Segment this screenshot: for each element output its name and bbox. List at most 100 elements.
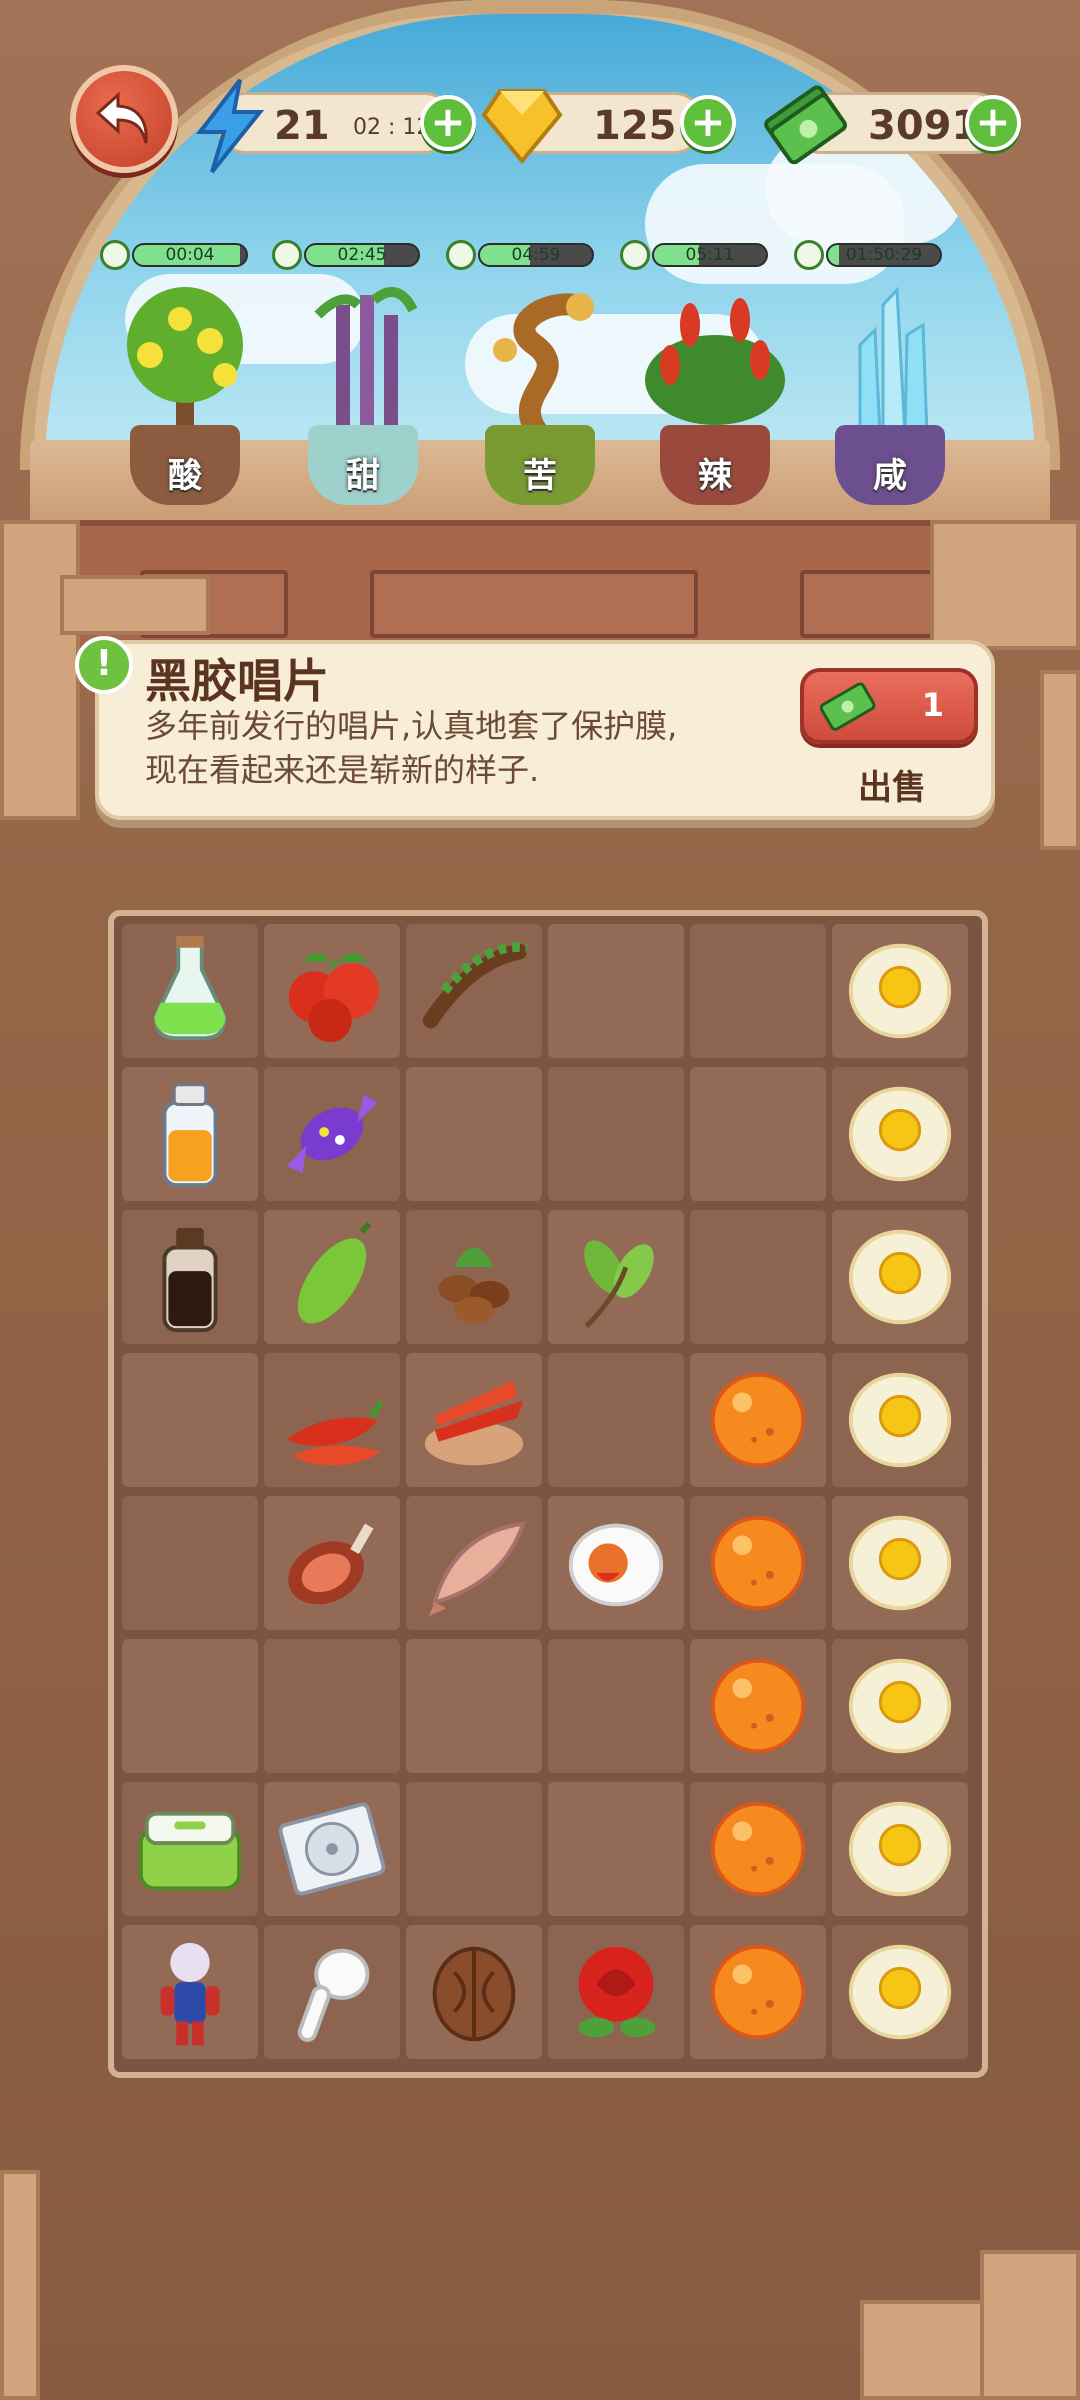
red-berries-icon[interactable] bbox=[272, 932, 392, 1050]
item-title: 黑胶唱片 bbox=[145, 654, 329, 708]
fried-egg-icon[interactable] bbox=[840, 1933, 960, 2051]
lunch-box-icon[interactable] bbox=[130, 1790, 250, 1908]
grid-cell[interactable] bbox=[406, 1925, 542, 2059]
grid-cell[interactable] bbox=[548, 1353, 684, 1487]
grid-cell[interactable] bbox=[122, 1353, 258, 1487]
grid-cell[interactable] bbox=[264, 1639, 400, 1773]
orange-orb-icon[interactable] bbox=[698, 1933, 818, 2051]
grid-cell[interactable] bbox=[264, 1210, 400, 1344]
grid-cell[interactable] bbox=[122, 1782, 258, 1916]
grid-cell[interactable] bbox=[690, 1210, 826, 1344]
grid-cell[interactable] bbox=[690, 1353, 826, 1487]
sell-label: 出售 bbox=[858, 768, 926, 808]
grid-cell[interactable] bbox=[832, 1925, 968, 2059]
grid-cell[interactable] bbox=[548, 1639, 684, 1773]
grid-cell[interactable] bbox=[548, 1496, 684, 1630]
grid-cell[interactable] bbox=[690, 1639, 826, 1773]
grid-cell[interactable] bbox=[264, 1925, 400, 2059]
orange-orb-icon[interactable] bbox=[698, 1504, 818, 1622]
orange-juice-bottle-icon[interactable] bbox=[130, 1075, 250, 1193]
timer-text: 04:59 bbox=[511, 245, 561, 265]
grid-cell[interactable] bbox=[264, 1782, 400, 1916]
fried-egg-icon[interactable] bbox=[840, 1218, 960, 1336]
grid-cell[interactable] bbox=[690, 1925, 826, 2059]
green-potion-icon[interactable] bbox=[130, 932, 250, 1050]
grid-cell[interactable] bbox=[832, 1782, 968, 1916]
grid-cell[interactable] bbox=[832, 1496, 968, 1630]
grid-cell[interactable] bbox=[406, 1782, 542, 1916]
plant-sweet-sugarcane[interactable]: 甜 bbox=[278, 285, 448, 505]
fried-egg-icon[interactable] bbox=[840, 1504, 960, 1622]
grid-cell[interactable] bbox=[690, 924, 826, 1058]
grid-cell[interactable] bbox=[548, 1067, 684, 1201]
grid-cell[interactable] bbox=[406, 1496, 542, 1630]
grid-cell[interactable] bbox=[122, 1925, 258, 2059]
fried-egg-icon[interactable] bbox=[840, 932, 960, 1050]
grid-cell[interactable] bbox=[690, 1496, 826, 1630]
plant-salty-crystal[interactable]: 咸 bbox=[805, 285, 975, 505]
vinyl-record-icon[interactable] bbox=[272, 1790, 392, 1908]
orange-orb-icon[interactable] bbox=[698, 1790, 818, 1908]
grid-cell[interactable] bbox=[548, 1782, 684, 1916]
tamarind-icon[interactable] bbox=[414, 932, 534, 1050]
bitter-melon-icon[interactable] bbox=[272, 1218, 392, 1336]
chili-bowl-icon[interactable] bbox=[414, 1361, 534, 1479]
sell-button[interactable]: 1 bbox=[800, 668, 978, 744]
ham-leg-icon[interactable] bbox=[272, 1504, 392, 1622]
grid-cell[interactable] bbox=[832, 924, 968, 1058]
purple-candy-icon[interactable] bbox=[272, 1075, 392, 1193]
grid-cell[interactable] bbox=[264, 1067, 400, 1201]
fried-egg-icon[interactable] bbox=[840, 1790, 960, 1908]
grid-cell[interactable] bbox=[122, 1639, 258, 1773]
soy-sauce-bottle-icon[interactable] bbox=[130, 1218, 250, 1336]
grid-cell[interactable] bbox=[832, 1639, 968, 1773]
grid-cell[interactable] bbox=[122, 1496, 258, 1630]
grid-cell[interactable] bbox=[690, 1067, 826, 1201]
toy-figure-icon[interactable] bbox=[130, 1933, 250, 2051]
grid-cell[interactable] bbox=[264, 1496, 400, 1630]
plant-label: 苦 bbox=[523, 456, 557, 496]
fried-egg-icon[interactable] bbox=[840, 1361, 960, 1479]
grid-cell[interactable] bbox=[406, 1067, 542, 1201]
earbud-icon[interactable] bbox=[272, 1933, 392, 2051]
grid-cell[interactable] bbox=[264, 1353, 400, 1487]
cash-plus-button[interactable]: + bbox=[965, 95, 1021, 151]
tea-leaves-icon[interactable] bbox=[556, 1218, 676, 1336]
orange-orb-icon[interactable] bbox=[698, 1361, 818, 1479]
salted-egg-icon[interactable] bbox=[556, 1504, 676, 1622]
grid-cell[interactable] bbox=[406, 1353, 542, 1487]
grid-cell[interactable] bbox=[264, 924, 400, 1058]
grid-cell[interactable] bbox=[122, 924, 258, 1058]
grid-cell[interactable] bbox=[690, 1782, 826, 1916]
red-rose-icon[interactable] bbox=[556, 1933, 676, 2051]
walnut-icon[interactable] bbox=[414, 1933, 534, 2051]
grid-cell[interactable] bbox=[406, 1639, 542, 1773]
coffee-beans-icon[interactable] bbox=[414, 1218, 534, 1336]
grid-cell[interactable] bbox=[548, 924, 684, 1058]
dried-fish-icon[interactable] bbox=[414, 1504, 534, 1622]
gem-plus-button[interactable]: + bbox=[680, 95, 736, 151]
grid-cell[interactable] bbox=[548, 1210, 684, 1344]
back-button[interactable] bbox=[70, 65, 178, 173]
grid-cell[interactable] bbox=[406, 1210, 542, 1344]
energy-plus-button[interactable]: + bbox=[420, 95, 476, 151]
sell-price: 1 bbox=[921, 686, 944, 724]
plant-bitter-gourd[interactable]: 苦 bbox=[455, 285, 625, 505]
plant-spicy-pepper[interactable]: 辣 bbox=[630, 285, 800, 505]
item-description: 多年前发行的唱片,认真地套了保护膜, 现在看起来还是崭新的样子. bbox=[145, 704, 765, 792]
orange-orb-icon[interactable] bbox=[698, 1647, 818, 1765]
grid-cell[interactable] bbox=[406, 924, 542, 1058]
fried-egg-icon[interactable] bbox=[840, 1075, 960, 1193]
grid-cell[interactable] bbox=[832, 1210, 968, 1344]
grid-cell[interactable] bbox=[122, 1067, 258, 1201]
gem-icon bbox=[481, 89, 563, 165]
clock-icon bbox=[794, 240, 824, 270]
red-chilies-icon[interactable] bbox=[272, 1361, 392, 1479]
grid-cell[interactable] bbox=[548, 1925, 684, 2059]
fried-egg-icon[interactable] bbox=[840, 1647, 960, 1765]
grid-cell[interactable] bbox=[122, 1210, 258, 1344]
plant-label: 甜 bbox=[346, 456, 380, 496]
grid-cell[interactable] bbox=[832, 1353, 968, 1487]
plant-sour-lemon-tree[interactable]: 酸 bbox=[100, 285, 270, 505]
grid-cell[interactable] bbox=[832, 1067, 968, 1201]
